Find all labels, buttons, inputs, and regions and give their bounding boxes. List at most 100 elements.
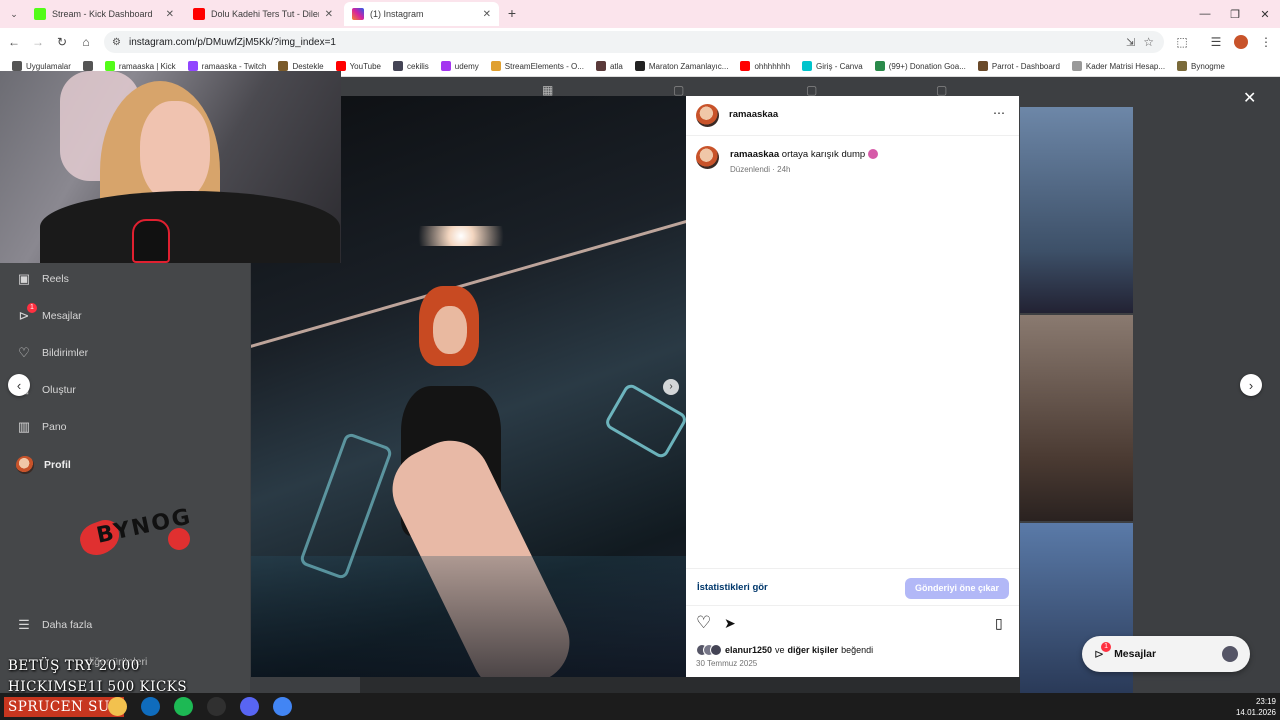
outlook-icon[interactable] bbox=[141, 697, 160, 716]
profile-grid bbox=[1020, 107, 1133, 693]
reels-tab-icon[interactable]: ▢ bbox=[673, 83, 684, 97]
matrix-icon bbox=[1071, 61, 1082, 71]
next-post-button[interactable]: › bbox=[1240, 374, 1262, 396]
bookmark-item[interactable]: Destekle bbox=[272, 61, 329, 71]
bookmark-item[interactable]: Giriş - Canva bbox=[796, 61, 869, 71]
avatar[interactable] bbox=[696, 146, 719, 169]
post-username[interactable]: ramaaskaa bbox=[729, 109, 778, 120]
sidebar-item-more[interactable]: ☰ Daha fazla bbox=[16, 617, 92, 633]
bookmark-label: ohhhhhhh bbox=[754, 61, 791, 71]
bynog-icon bbox=[1177, 61, 1188, 71]
sidebar-item-label: Bildirimler bbox=[42, 347, 89, 359]
forward-icon[interactable]: → bbox=[28, 32, 48, 52]
bookmark-item[interactable] bbox=[77, 61, 99, 71]
bookmark-label: Giriş - Canva bbox=[816, 61, 863, 71]
bookmark-item[interactable]: cekilis bbox=[387, 61, 435, 71]
alert-line-3: SPRUCEN SUB bbox=[4, 697, 125, 717]
menu-icon[interactable]: ⋮ bbox=[1256, 32, 1276, 52]
tab-search-button[interactable]: ⌄ bbox=[6, 6, 22, 22]
tab-title: Stream - Kick Dashboard bbox=[52, 9, 153, 19]
discord-icon[interactable] bbox=[240, 697, 259, 716]
reload-icon[interactable]: ↻ bbox=[52, 32, 72, 52]
boost-post-button[interactable]: Gönderiyi öne çıkar bbox=[905, 578, 1009, 599]
install-icon[interactable]: ⇲ bbox=[1126, 36, 1135, 49]
previous-post-button[interactable]: ‹ bbox=[8, 374, 30, 396]
home-icon[interactable]: ⌂ bbox=[76, 32, 96, 52]
new-tab-button[interactable]: + bbox=[504, 5, 520, 21]
messages-pill[interactable]: ⊳ 1 Mesajlar bbox=[1082, 636, 1250, 672]
sidebar-item-profile[interactable]: Profil bbox=[16, 456, 71, 474]
bookmark-item[interactable]: ramaaska | Kick bbox=[99, 61, 182, 71]
bookmark-item[interactable]: ohhhhhhh bbox=[734, 61, 796, 71]
tab-kick-dashboard[interactable]: Stream - Kick Dashboard ✕ bbox=[26, 2, 182, 26]
bookmark-label: StreamElements - O... bbox=[504, 61, 584, 71]
bookmark-item[interactable]: udemy bbox=[435, 61, 485, 71]
close-tab-icon[interactable]: ✕ bbox=[166, 9, 174, 20]
bookmark-item[interactable]: Maraton Zamanlayıc... bbox=[629, 61, 735, 71]
extensions-icon[interactable]: ⬚ bbox=[1172, 32, 1192, 52]
grid-post[interactable] bbox=[1020, 107, 1133, 313]
sidebar-item-notifications[interactable]: ♡ Bildirimler bbox=[16, 345, 88, 361]
grid-icon[interactable]: ▦ bbox=[542, 83, 553, 97]
close-tab-icon[interactable]: ✕ bbox=[483, 9, 491, 20]
post-caption: ramaaskaa ortaya karışık dump bbox=[730, 149, 878, 160]
bookmark-item[interactable]: Bynogme bbox=[1171, 61, 1231, 71]
profile-avatar[interactable] bbox=[1234, 35, 1248, 49]
carousel-next-button[interactable]: › bbox=[663, 379, 679, 395]
bookmark-item[interactable]: (99+) Donation Goa... bbox=[869, 61, 972, 71]
profile-avatar bbox=[16, 456, 34, 474]
sidebar-item-reels[interactable]: ▣ Reels bbox=[16, 271, 69, 287]
minimize-icon[interactable]: — bbox=[1188, 0, 1222, 28]
save-icon[interactable]: ▯ bbox=[995, 615, 1003, 632]
bookmark-item[interactable]: Kader Matrisi Hesap... bbox=[1066, 61, 1171, 71]
close-tab-icon[interactable]: ✕ bbox=[325, 9, 333, 20]
avatar[interactable] bbox=[696, 104, 719, 127]
bookmark-item[interactable]: Uygulamalar bbox=[6, 61, 77, 71]
grid-post[interactable] bbox=[1020, 315, 1133, 521]
tab-instagram[interactable]: (1) Instagram ✕ bbox=[344, 2, 499, 26]
bynog-logo: BYNOG bbox=[75, 502, 198, 562]
close-window-icon[interactable]: ✕ bbox=[1248, 0, 1280, 28]
tab-youtube[interactable]: Dolu Kadehi Ters Tut - Dilerim K ✕ bbox=[185, 2, 341, 26]
file-explorer-icon[interactable] bbox=[108, 697, 127, 716]
support-icon bbox=[278, 61, 289, 71]
canva-icon bbox=[802, 61, 813, 71]
liked-by-text: beğendi bbox=[841, 645, 874, 655]
sidebar-item-messages[interactable]: ⊳ 1 Mesajlar bbox=[16, 303, 82, 324]
back-icon[interactable]: ← bbox=[4, 32, 24, 52]
bookmark-item[interactable]: StreamElements - O... bbox=[485, 61, 590, 71]
chrome-icon[interactable] bbox=[273, 697, 292, 716]
address-bar[interactable]: ⚙ instagram.com/p/DMuwfZjM5Kk/?img_index… bbox=[104, 31, 1164, 53]
liked-by-others-link[interactable]: diğer kişiler bbox=[788, 645, 839, 655]
youtube-icon bbox=[740, 61, 751, 71]
bot-icon bbox=[393, 61, 403, 71]
bookmark-label: Bynogme bbox=[1191, 61, 1225, 71]
tab-groups-icon[interactable]: ☰ bbox=[1206, 32, 1226, 52]
streamelements-icon bbox=[490, 61, 501, 71]
site-info-icon[interactable]: ⚙ bbox=[112, 37, 121, 48]
twitch-icon bbox=[187, 61, 198, 71]
saved-tab-icon[interactable]: ▢ bbox=[806, 83, 817, 97]
sidebar-item-dashboard[interactable]: ▥ Pano bbox=[16, 419, 67, 435]
messages-icon: ⊳ 1 bbox=[16, 303, 37, 324]
spotify-icon[interactable] bbox=[174, 697, 193, 716]
restore-icon[interactable]: ❐ bbox=[1218, 0, 1252, 28]
close-icon[interactable]: ✕ bbox=[1243, 88, 1256, 108]
bookmark-item[interactable]: YouTube bbox=[330, 61, 387, 71]
bookmark-star-icon[interactable]: ☆ bbox=[1143, 35, 1154, 49]
share-icon[interactable]: ➤ bbox=[724, 615, 736, 632]
clock[interactable]: 23:19 14.01.2026 bbox=[1226, 696, 1276, 718]
view-insights-link[interactable]: İstatistikleri gör bbox=[697, 582, 768, 593]
caption-username[interactable]: ramaaskaa bbox=[730, 149, 779, 160]
liker-username[interactable]: elanur1250 bbox=[725, 645, 772, 655]
sidebar-item-label: Mesajlar bbox=[42, 310, 82, 322]
more-options-icon[interactable]: ⋯ bbox=[993, 106, 1005, 120]
alert-line-1: BETÜŞ TRY 20.00 bbox=[8, 658, 140, 674]
like-icon[interactable]: ♡ bbox=[696, 613, 711, 633]
bookmark-label: cekilis bbox=[407, 61, 429, 71]
bookmark-item[interactable]: Parrot - Dashboard bbox=[972, 61, 1066, 71]
obs-icon[interactable] bbox=[207, 697, 226, 716]
bookmark-item[interactable]: atla bbox=[590, 61, 629, 71]
tagged-tab-icon[interactable]: ▢ bbox=[936, 83, 947, 97]
bookmark-item[interactable]: ramaaska - Twitch bbox=[182, 61, 273, 71]
